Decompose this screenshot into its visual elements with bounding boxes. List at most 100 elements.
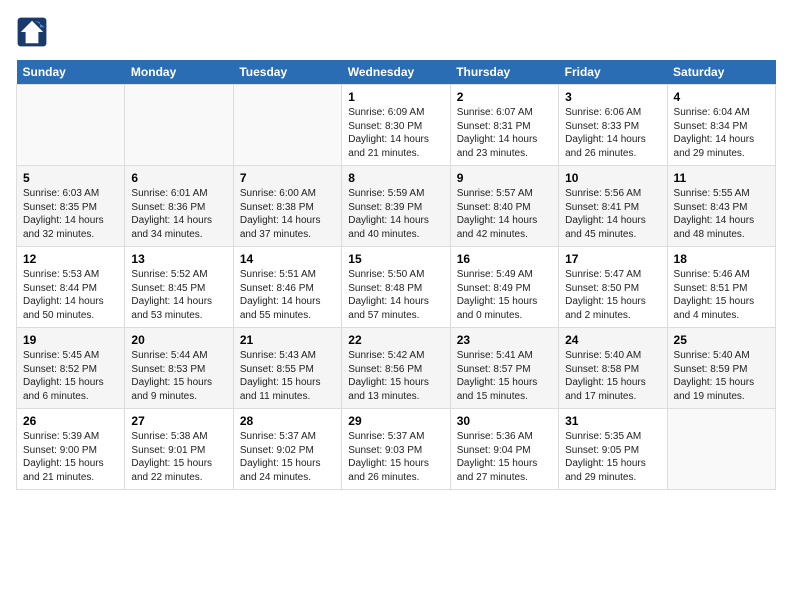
day-number: 21 [240,333,335,347]
calendar-cell: 29 Sunrise: 5:37 AM Sunset: 9:03 PM Dayli… [342,409,450,490]
day-number: 17 [565,252,660,266]
calendar-cell: 20 Sunrise: 5:44 AM Sunset: 8:53 PM Dayli… [125,328,233,409]
day-number: 28 [240,414,335,428]
day-number: 12 [23,252,118,266]
day-number: 4 [674,90,769,104]
cell-content: Sunrise: 5:43 AM Sunset: 8:55 PM Dayligh… [240,349,335,403]
day-number: 6 [131,171,226,185]
calendar-cell: 30 Sunrise: 5:36 AM Sunset: 9:04 PM Dayli… [450,409,558,490]
page-header [16,16,776,48]
cell-content: Sunrise: 6:07 AM Sunset: 8:31 PM Dayligh… [457,106,552,160]
day-number: 7 [240,171,335,185]
calendar-cell: 26 Sunrise: 5:39 AM Sunset: 9:00 PM Dayli… [17,409,125,490]
day-number: 18 [674,252,769,266]
calendar-cell: 24Sunrise: 5:40 AM Sunset: 8:58 PM Dayli… [559,328,667,409]
day-number: 22 [348,333,443,347]
calendar-cell [667,409,775,490]
cell-content: Sunrise: 5:42 AM Sunset: 8:56 PM Dayligh… [348,349,443,403]
calendar-cell: 3 Sunrise: 6:06 AM Sunset: 8:33 PM Daylig… [559,85,667,166]
calendar-cell [17,85,125,166]
cell-content: Sunrise: 6:01 AM Sunset: 8:36 PM Dayligh… [131,187,226,241]
cell-content: Sunrise: 6:06 AM Sunset: 8:33 PM Dayligh… [565,106,660,160]
calendar-cell: 17 Sunrise: 5:47 AM Sunset: 8:50 PM Dayli… [559,247,667,328]
cell-content: Sunrise: 5:45 AM Sunset: 8:52 PM Dayligh… [23,349,118,403]
day-number: 8 [348,171,443,185]
cell-content: Sunrise: 5:57 AM Sunset: 8:40 PM Dayligh… [457,187,552,241]
day-number: 11 [674,171,769,185]
calendar-cell: 12 Sunrise: 5:53 AM Sunset: 8:44 PM Dayli… [17,247,125,328]
weekday-header: Thursday [450,60,558,85]
cell-content: Sunrise: 5:44 AM Sunset: 8:53 PM Dayligh… [131,349,226,403]
calendar-cell: 7 Sunrise: 6:00 AM Sunset: 8:38 PM Daylig… [233,166,341,247]
calendar-cell: 31Sunrise: 5:35 AM Sunset: 9:05 PM Dayli… [559,409,667,490]
day-number: 30 [457,414,552,428]
cell-content: Sunrise: 5:47 AM Sunset: 8:50 PM Dayligh… [565,268,660,322]
cell-content: Sunrise: 5:55 AM Sunset: 8:43 PM Dayligh… [674,187,769,241]
day-number: 5 [23,171,118,185]
calendar-cell: 15Sunrise: 5:50 AM Sunset: 8:48 PM Dayli… [342,247,450,328]
cell-content: Sunrise: 5:37 AM Sunset: 9:02 PM Dayligh… [240,430,335,484]
logo [16,16,52,48]
day-number: 19 [23,333,118,347]
day-number: 1 [348,90,443,104]
day-number: 23 [457,333,552,347]
day-number: 3 [565,90,660,104]
calendar-cell: 14 Sunrise: 5:51 AM Sunset: 8:46 PM Dayli… [233,247,341,328]
logo-icon [16,16,48,48]
calendar-cell: 19 Sunrise: 5:45 AM Sunset: 8:52 PM Dayli… [17,328,125,409]
calendar-cell: 21 Sunrise: 5:43 AM Sunset: 8:55 PM Dayli… [233,328,341,409]
day-number: 29 [348,414,443,428]
day-number: 14 [240,252,335,266]
day-number: 25 [674,333,769,347]
calendar-cell: 23 Sunrise: 5:41 AM Sunset: 8:57 PM Dayli… [450,328,558,409]
day-number: 20 [131,333,226,347]
day-number: 16 [457,252,552,266]
weekday-header: Tuesday [233,60,341,85]
calendar-cell: 6 Sunrise: 6:01 AM Sunset: 8:36 PM Daylig… [125,166,233,247]
weekday-header: Sunday [17,60,125,85]
cell-content: Sunrise: 5:36 AM Sunset: 9:04 PM Dayligh… [457,430,552,484]
day-number: 2 [457,90,552,104]
cell-content: Sunrise: 5:51 AM Sunset: 8:46 PM Dayligh… [240,268,335,322]
cell-content: Sunrise: 5:39 AM Sunset: 9:00 PM Dayligh… [23,430,118,484]
day-number: 26 [23,414,118,428]
weekday-header: Friday [559,60,667,85]
calendar-table: SundayMondayTuesdayWednesdayThursdayFrid… [16,60,776,490]
calendar-cell: 8 Sunrise: 5:59 AM Sunset: 8:39 PM Daylig… [342,166,450,247]
calendar-cell: 10 Sunrise: 5:56 AM Sunset: 8:41 PM Dayli… [559,166,667,247]
cell-content: Sunrise: 5:38 AM Sunset: 9:01 PM Dayligh… [131,430,226,484]
day-number: 10 [565,171,660,185]
calendar-cell: 5 Sunrise: 6:03 AM Sunset: 8:35 PM Daylig… [17,166,125,247]
calendar-cell: 13Sunrise: 5:52 AM Sunset: 8:45 PM Dayli… [125,247,233,328]
weekday-header: Monday [125,60,233,85]
calendar-cell [233,85,341,166]
calendar-cell [125,85,233,166]
cell-content: Sunrise: 5:46 AM Sunset: 8:51 PM Dayligh… [674,268,769,322]
calendar-cell: 2 Sunrise: 6:07 AM Sunset: 8:31 PM Daylig… [450,85,558,166]
cell-content: Sunrise: 6:00 AM Sunset: 8:38 PM Dayligh… [240,187,335,241]
cell-content: Sunrise: 5:40 AM Sunset: 8:59 PM Dayligh… [674,349,769,403]
calendar-cell: 1 Sunrise: 6:09 AM Sunset: 8:30 PM Daylig… [342,85,450,166]
cell-content: Sunrise: 5:56 AM Sunset: 8:41 PM Dayligh… [565,187,660,241]
cell-content: Sunrise: 5:53 AM Sunset: 8:44 PM Dayligh… [23,268,118,322]
calendar-cell: 11 Sunrise: 5:55 AM Sunset: 8:43 PM Dayli… [667,166,775,247]
weekday-header: Wednesday [342,60,450,85]
day-number: 27 [131,414,226,428]
cell-content: Sunrise: 5:35 AM Sunset: 9:05 PM Dayligh… [565,430,660,484]
day-number: 9 [457,171,552,185]
cell-content: Sunrise: 6:09 AM Sunset: 8:30 PM Dayligh… [348,106,443,160]
calendar-cell: 28 Sunrise: 5:37 AM Sunset: 9:02 PM Dayli… [233,409,341,490]
day-number: 24 [565,333,660,347]
calendar-cell: 18 Sunrise: 5:46 AM Sunset: 8:51 PM Dayli… [667,247,775,328]
cell-content: Sunrise: 5:52 AM Sunset: 8:45 PM Dayligh… [131,268,226,322]
weekday-header: Saturday [667,60,775,85]
calendar-cell: 25 Sunrise: 5:40 AM Sunset: 8:59 PM Dayli… [667,328,775,409]
cell-content: Sunrise: 5:59 AM Sunset: 8:39 PM Dayligh… [348,187,443,241]
calendar-cell: 27 Sunrise: 5:38 AM Sunset: 9:01 PM Dayli… [125,409,233,490]
cell-content: Sunrise: 5:37 AM Sunset: 9:03 PM Dayligh… [348,430,443,484]
calendar-cell: 22 Sunrise: 5:42 AM Sunset: 8:56 PM Dayli… [342,328,450,409]
cell-content: Sunrise: 6:03 AM Sunset: 8:35 PM Dayligh… [23,187,118,241]
calendar-cell: 4 Sunrise: 6:04 AM Sunset: 8:34 PM Daylig… [667,85,775,166]
cell-content: Sunrise: 5:41 AM Sunset: 8:57 PM Dayligh… [457,349,552,403]
cell-content: Sunrise: 6:04 AM Sunset: 8:34 PM Dayligh… [674,106,769,160]
